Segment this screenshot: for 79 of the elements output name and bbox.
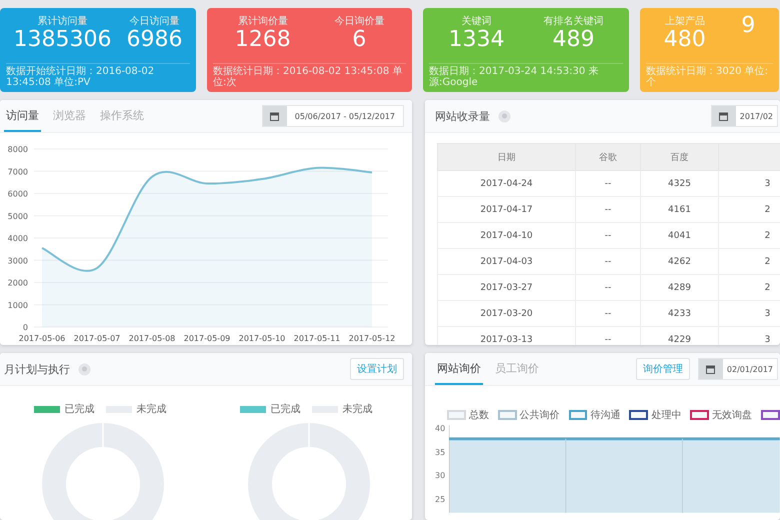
metric-value: 1334 (448, 28, 504, 52)
metric-value: 6 (352, 28, 366, 52)
metric-label: 上架产品 (664, 14, 705, 28)
axis-tick-label: 2017-05-10 (238, 334, 286, 343)
table-cell: -- (576, 274, 640, 300)
date-range-field[interactable]: 02/01/2017 (698, 358, 778, 380)
table-cell: -- (576, 196, 640, 222)
table-cell: 4041 (640, 222, 718, 248)
axis-tick-label: 2017-05-09 (184, 334, 230, 343)
table-cell: 2017-03-27 (438, 274, 576, 300)
metric-value: 1385306 (14, 28, 112, 52)
card-footer-text: 数据开始统计日期：2016-08-02 13:45:08 单位:PV (6, 63, 190, 88)
table-cell: 4325 (640, 170, 718, 196)
table-cell: -- (576, 170, 640, 196)
legend-label: 已完成 (64, 402, 94, 416)
date-range-field[interactable]: 05/06/2017 - 05/12/2017 (262, 105, 404, 127)
axis-tick-label: 35 (435, 448, 446, 457)
legend-label: 无效询盘 (712, 409, 752, 422)
axis-tick-label: 7000 (8, 167, 28, 176)
card-footer-text: 数据统计日期：3020 单位:个 (646, 63, 773, 88)
table-cell: -- (576, 222, 640, 248)
axis-tick-label: 25 (435, 494, 446, 504)
calendar-icon[interactable] (698, 359, 723, 379)
table-cell: -- (576, 248, 640, 274)
metric-label: 有排名关键词 (544, 14, 604, 28)
panel-title: 月计划与执行 (4, 362, 70, 376)
panel-title: 网站收录量 (435, 108, 490, 124)
table-cell: 4161 (640, 196, 718, 222)
column-header: 谷歌 (576, 144, 640, 170)
metric-label: 今日询价量 (334, 15, 384, 28)
axis-tick-label: 30 (435, 471, 446, 480)
axis-tick-label: 1000 (8, 300, 28, 310)
card-footer-text: 数据统计日期：2016-08-02 13:45:08 单位:次 (213, 63, 406, 88)
metric-value: 480 (664, 28, 706, 52)
table-cell: 2017-04-24 (438, 170, 576, 196)
date-range-field[interactable]: 2017/02 (710, 105, 778, 127)
metric-label: 关键词 (462, 14, 492, 28)
axis-tick-label: 2017-05-12 (348, 334, 396, 343)
column-header: 百度 (640, 144, 718, 170)
legend-label: 未完成 (136, 402, 166, 416)
card-footer-text: 数据日期：2017-03-24 14:53:30 来源:Google (429, 63, 623, 88)
axis-tick-label: 2017-05-06 (18, 334, 66, 343)
legend-label: 待沟通 (590, 408, 620, 422)
axis-tick-label: 4000 (8, 234, 28, 243)
legend-label: 未完成 (342, 402, 372, 416)
metric-value: 6986 (126, 28, 182, 52)
calendar-icon[interactable] (262, 106, 287, 126)
metric-value: 9 (741, 14, 756, 38)
axis-tick-label: 2017-05-08 (128, 334, 176, 343)
axis-tick-label: 8000 (8, 145, 28, 154)
axis-tick-label: 40 (435, 424, 446, 433)
calendar-icon[interactable] (712, 106, 736, 126)
metric-label: 累计访问量 (37, 14, 88, 28)
axis-tick-label: 5000 (8, 212, 28, 221)
tab[interactable]: 访问量 (4, 100, 41, 132)
metric-value: 1268 (234, 28, 291, 52)
table-cell: 2017-04-17 (438, 196, 576, 222)
legend-label: 已完成 (270, 402, 300, 416)
legend-label: 公共询价 (520, 408, 560, 422)
tab[interactable]: 网站询价 (435, 353, 483, 385)
metric-value: 489 (552, 28, 594, 52)
metric-label: 今日访问量 (129, 14, 180, 28)
table-cell: -- (576, 300, 640, 326)
axis-tick-label: 2017-05-07 (74, 334, 120, 343)
table-cell: 4233 (640, 300, 718, 326)
axis-tick-label: 0 (22, 323, 28, 332)
axis-tick-label: 2000 (8, 278, 28, 288)
table-cell: 4289 (640, 274, 718, 300)
legend-label: 处理中 (651, 408, 682, 422)
table-cell: 4262 (640, 248, 718, 274)
axis-tick-label: 6000 (8, 190, 28, 198)
table-cell: 2017-03-20 (438, 300, 576, 326)
table-cell: 2017-04-03 (438, 248, 576, 274)
legend-label: 总数 (468, 408, 489, 422)
metric-label: 累计询价量 (238, 14, 288, 28)
column-header: 日期 (438, 144, 576, 170)
table-cell: 2017-04-10 (438, 222, 576, 248)
axis-tick-label: 2017-05-11 (294, 334, 340, 343)
axis-tick-label: 3000 (8, 256, 28, 266)
